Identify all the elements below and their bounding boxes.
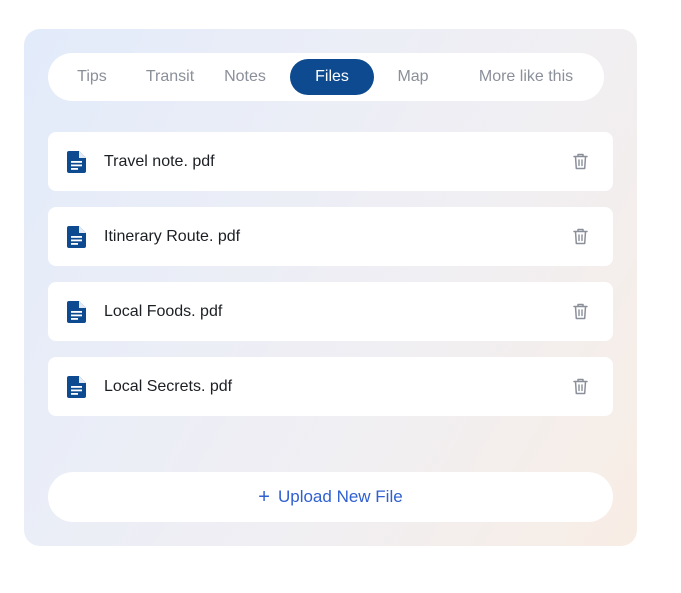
document-icon: [67, 301, 86, 323]
trash-icon[interactable]: [572, 228, 589, 245]
file-row[interactable]: Local Secrets. pdf: [48, 357, 613, 416]
file-name: Local Secrets. pdf: [104, 378, 233, 395]
tab-bar: Tips Transit Notes Files Map More like t…: [48, 53, 604, 101]
tab-files[interactable]: Files: [290, 59, 374, 95]
upload-label: Upload New File: [277, 487, 403, 506]
file-name: Local Foods. pdf: [104, 303, 223, 320]
tab-notes[interactable]: Notes: [214, 59, 276, 95]
trash-icon[interactable]: [572, 153, 589, 170]
file-row[interactable]: Local Foods. pdf: [48, 282, 613, 341]
document-icon: [67, 376, 86, 398]
files-panel: Tips Transit Notes Files Map More like t…: [24, 29, 637, 546]
upload-new-file-button[interactable]: + Upload New File: [48, 472, 613, 522]
document-icon: [67, 151, 86, 173]
file-row[interactable]: Travel note. pdf: [48, 132, 613, 191]
file-row[interactable]: Itinerary Route. pdf: [48, 207, 613, 266]
tab-more-like-this[interactable]: More like this: [466, 59, 586, 95]
plus-icon: +: [258, 486, 270, 508]
file-name: Itinerary Route. pdf: [104, 228, 241, 245]
trash-icon[interactable]: [572, 303, 589, 320]
file-name: Travel note. pdf: [104, 153, 215, 170]
document-icon: [67, 226, 86, 248]
tab-map[interactable]: Map: [386, 59, 440, 95]
trash-icon[interactable]: [572, 378, 589, 395]
tab-tips[interactable]: Tips: [64, 59, 120, 95]
tab-transit[interactable]: Transit: [136, 59, 204, 95]
